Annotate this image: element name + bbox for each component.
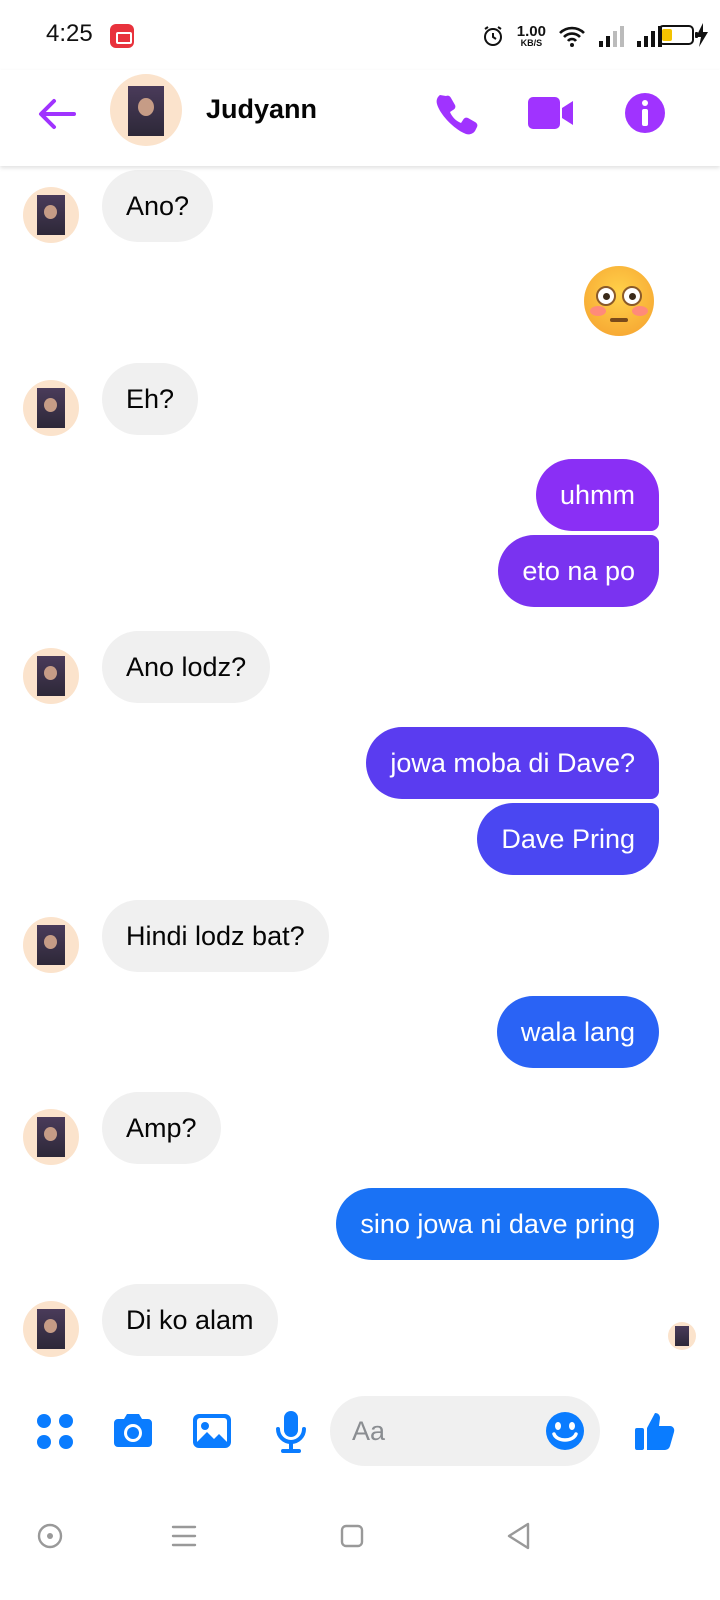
message-input-container[interactable]	[330, 1396, 600, 1466]
camera-icon[interactable]	[110, 1408, 156, 1454]
message-row-outgoing: jowa moba di Dave?	[0, 727, 720, 799]
menu-icon[interactable]	[160, 1512, 208, 1560]
message-bubble[interactable]: Amp?	[102, 1092, 221, 1164]
message-row-outgoing: eto na po	[0, 535, 720, 607]
message-bubble[interactable]: Di ko alam	[102, 1284, 278, 1356]
thumbs-up-icon[interactable]	[632, 1408, 678, 1454]
message-input[interactable]	[352, 1396, 532, 1466]
network-speed-unit: KB/S	[520, 38, 543, 48]
seen-indicator-avatar	[668, 1322, 696, 1350]
message-row-incoming: Di ko alam	[0, 1284, 720, 1357]
signal-icon-1	[599, 26, 624, 47]
message-bubble[interactable]: Ano lodz?	[102, 631, 271, 703]
message-bubble[interactable]: Hindi lodz bat?	[102, 900, 329, 972]
back-arrow-icon[interactable]	[34, 92, 78, 136]
video-camera-icon[interactable]	[526, 88, 576, 138]
flushed-face-emoji[interactable]	[584, 266, 654, 336]
message-bubble[interactable]: wala lang	[496, 996, 659, 1068]
system-nav-bar	[0, 1476, 720, 1600]
sender-avatar[interactable]	[23, 1109, 79, 1165]
info-icon[interactable]	[620, 88, 670, 138]
composer-bar	[0, 1388, 720, 1476]
message-bubble[interactable]: Dave Pring	[477, 803, 659, 875]
microphone-icon[interactable]	[268, 1408, 314, 1454]
message-row-incoming: Amp?	[0, 1092, 720, 1165]
emoji-icon[interactable]	[544, 1410, 586, 1452]
gallery-icon[interactable]	[189, 1408, 235, 1454]
message-bubble[interactable]: Eh?	[102, 363, 199, 435]
conversation-header: Judyann	[0, 70, 720, 166]
message-bubble[interactable]: jowa moba di Dave?	[366, 727, 659, 799]
sender-avatar[interactable]	[23, 1301, 79, 1357]
contact-name[interactable]: Judyann	[206, 94, 317, 125]
network-speed-value: 1.00	[516, 23, 546, 40]
message-row-incoming: Ano lodz?	[0, 631, 720, 704]
alarm-icon	[483, 26, 502, 46]
message-bubble[interactable]: uhmm	[535, 459, 659, 531]
assistant-icon[interactable]	[26, 1512, 74, 1560]
status-bar: 4:25 1.00 KB/S	[0, 0, 720, 70]
message-row-incoming: Hindi lodz bat?	[0, 900, 720, 973]
sender-avatar[interactable]	[23, 648, 79, 704]
avatar-face	[138, 98, 154, 116]
sender-avatar[interactable]	[23, 917, 79, 973]
message-bubble[interactable]: sino jowa ni dave pring	[336, 1188, 659, 1260]
contact-avatar[interactable]	[110, 74, 182, 146]
sender-avatar[interactable]	[23, 187, 79, 243]
back-icon[interactable]	[496, 1512, 544, 1560]
message-row-outgoing: uhmm	[0, 459, 720, 531]
message-row-outgoing: sino jowa ni dave pring	[0, 1188, 720, 1260]
more-actions-icon[interactable]	[32, 1408, 78, 1454]
message-row-incoming: Eh?	[0, 363, 720, 436]
wifi-icon	[559, 26, 585, 47]
screen-record-icon	[110, 24, 134, 48]
message-row-incoming: Ano?	[0, 170, 720, 243]
message-list: Ano? Eh? uhmm eto na po Ano lodz? jowa m…	[0, 166, 720, 1388]
message-bubble[interactable]: eto na po	[498, 535, 659, 607]
message-bubble[interactable]: Ano?	[102, 170, 214, 242]
home-icon[interactable]	[328, 1512, 376, 1560]
message-row-outgoing: wala lang	[0, 996, 720, 1068]
battery-icon	[658, 25, 698, 45]
status-time: 4:25	[46, 20, 93, 47]
message-row-outgoing: Dave Pring	[0, 803, 720, 875]
sender-avatar[interactable]	[23, 380, 79, 436]
network-speed: 1.00 KB/S	[517, 24, 546, 48]
status-icons: 1.00 KB/S	[481, 22, 662, 50]
charging-icon	[696, 23, 708, 47]
phone-icon[interactable]	[432, 88, 482, 138]
